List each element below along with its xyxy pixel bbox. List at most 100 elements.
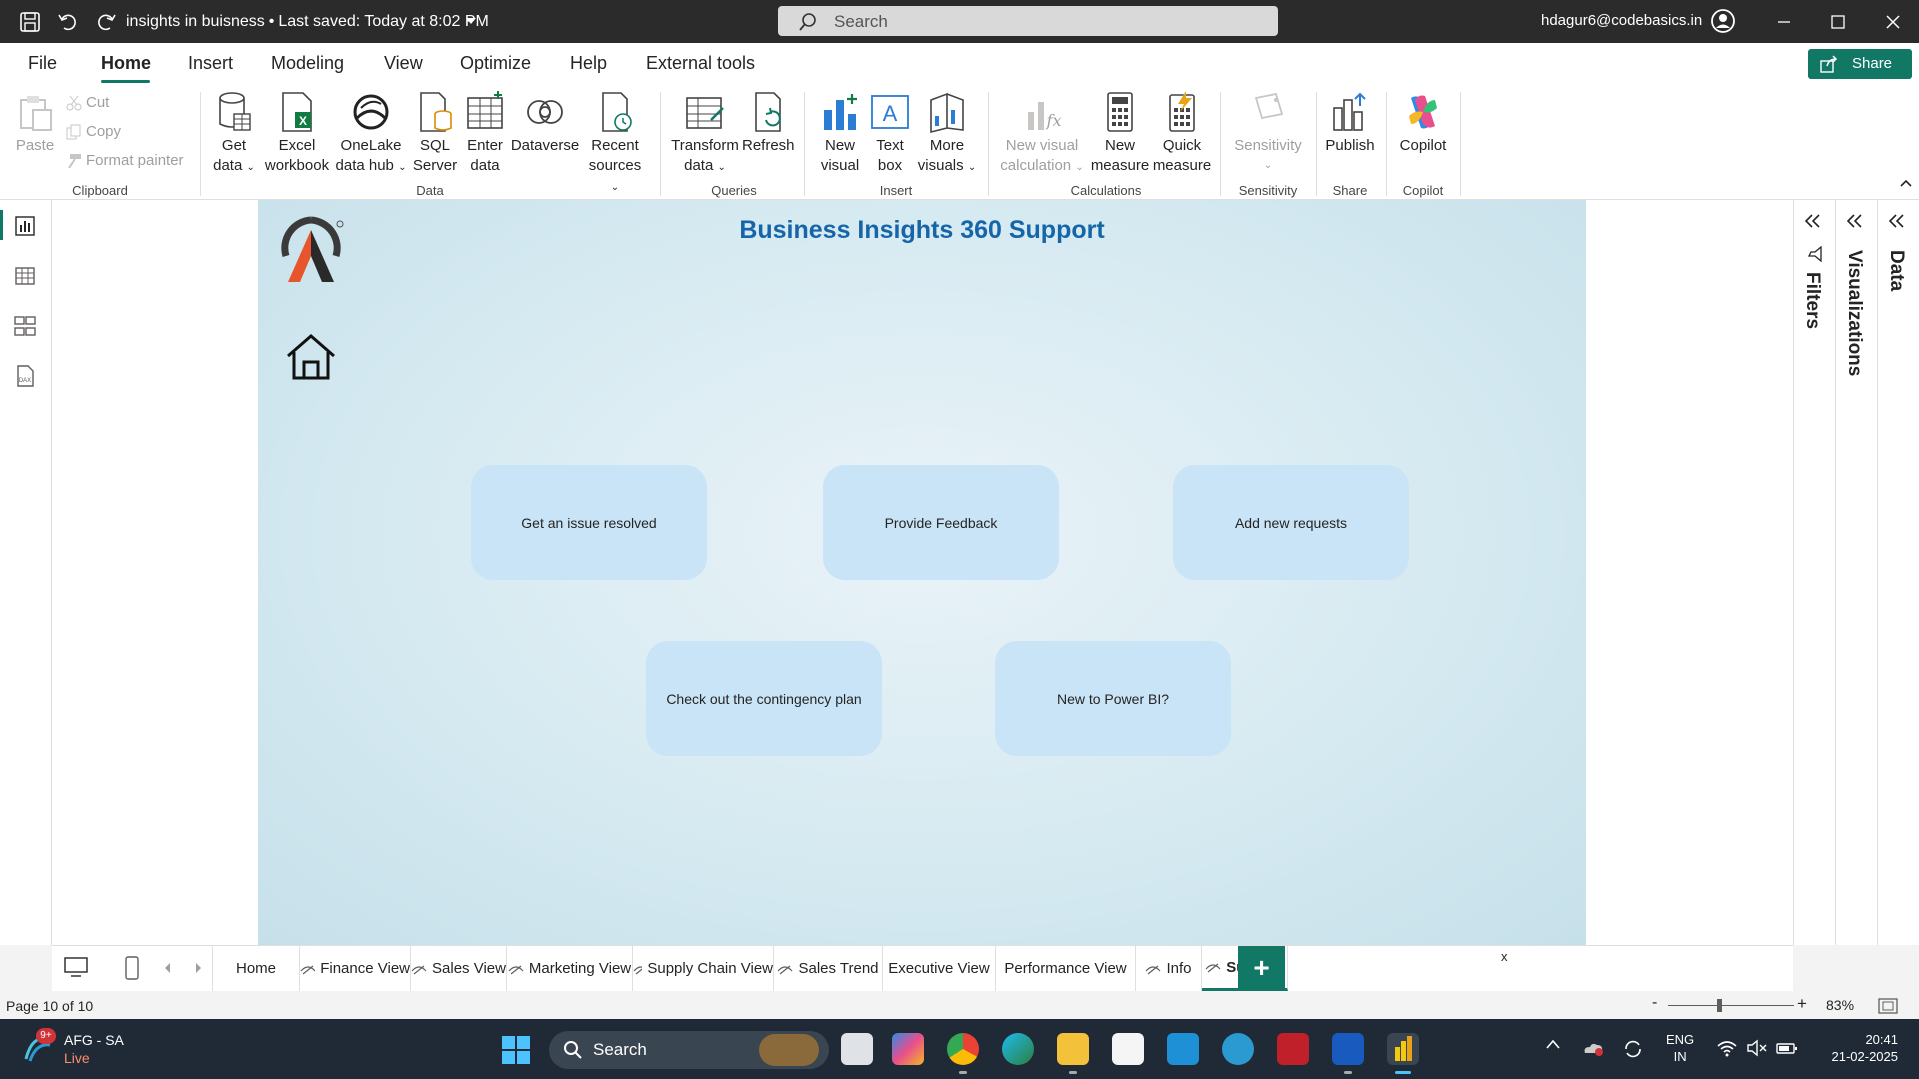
copy-button[interactable]: Copy	[66, 123, 121, 140]
help-icon[interactable]	[1222, 1033, 1254, 1065]
new-visual-button[interactable]: New visual	[816, 90, 864, 176]
filters-pane[interactable]: Filters	[1794, 200, 1836, 945]
zoom-slider[interactable]	[1668, 1005, 1794, 1006]
onelake-data-hub-button[interactable]: OneLake data hub ⌄	[332, 90, 410, 178]
microsoft-store-icon[interactable]	[1112, 1033, 1144, 1065]
fit-to-page-icon[interactable]	[1878, 998, 1898, 1014]
issue-resolved-button[interactable]: Get an issue resolved	[471, 465, 707, 580]
show-hidden-icons[interactable]	[1546, 1039, 1560, 1049]
page-tab-executive-view[interactable]: Executive View	[883, 946, 996, 991]
provide-feedback-button[interactable]: Provide Feedback	[823, 465, 1059, 580]
task-view-icon[interactable]	[841, 1033, 873, 1065]
zoom-slider-thumb[interactable]	[1717, 999, 1723, 1012]
myhp-icon[interactable]	[1167, 1033, 1199, 1065]
maximize-icon[interactable]	[1828, 12, 1848, 32]
tab-optimize[interactable]: Optimize	[460, 53, 531, 74]
battery-icon[interactable]	[1776, 1039, 1798, 1057]
page-tab-marketing-view[interactable]: Marketing View	[507, 946, 633, 991]
contingency-plan-button[interactable]: Check out the contingency plan	[646, 641, 882, 756]
tab-home[interactable]: Home	[101, 53, 151, 74]
format-painter-button[interactable]: Format painter	[66, 152, 184, 169]
dataverse-button[interactable]: Dataverse	[510, 90, 580, 156]
visualizations-pane[interactable]: Visualizations	[1836, 200, 1878, 945]
enter-data-button[interactable]: Enter data	[462, 90, 508, 176]
account-icon[interactable]	[1710, 8, 1736, 34]
tab-insert[interactable]: Insert	[188, 53, 233, 74]
cut-button[interactable]: Cut	[66, 94, 109, 111]
add-new-requests-button[interactable]: Add new requests	[1173, 465, 1409, 580]
edge-icon[interactable]	[1002, 1033, 1034, 1065]
expand-icon[interactable]	[1888, 214, 1906, 228]
desktop-layout-icon[interactable]	[64, 956, 88, 978]
home-icon[interactable]	[284, 332, 338, 382]
language-indicator[interactable]: ENG IN	[1666, 1031, 1694, 1065]
add-page-button[interactable]: +	[1238, 946, 1285, 991]
sensitivity-button[interactable]: Sensitivity ⌄	[1228, 90, 1308, 176]
chrome-icon[interactable]	[947, 1033, 979, 1065]
page-tab-finance-view[interactable]: Finance View	[300, 946, 411, 991]
tab-modeling[interactable]: Modeling	[271, 53, 344, 74]
sync-icon[interactable]	[1622, 1039, 1644, 1059]
more-visuals-button[interactable]: More visuals ⌄	[916, 90, 978, 178]
copilot-button[interactable]: Copilot	[1394, 90, 1452, 156]
share-button[interactable]: Share	[1808, 49, 1912, 79]
close-tab-button[interactable]: x	[1501, 949, 1508, 964]
windows-start-icon[interactable]	[502, 1036, 530, 1064]
expand-icon[interactable]	[1846, 214, 1864, 228]
table-view-icon[interactable]	[13, 264, 37, 288]
save-icon[interactable]	[18, 10, 42, 34]
wifi-icon[interactable]	[1716, 1039, 1738, 1057]
refresh-button[interactable]: Refresh	[742, 90, 795, 156]
zoom-level[interactable]: 83%	[1826, 997, 1854, 1013]
search-box[interactable]: Search	[778, 6, 1278, 36]
sql-server-button[interactable]: SQL Server	[412, 90, 458, 176]
text-box-button[interactable]: A Text box	[866, 90, 914, 176]
redo-icon[interactable]	[94, 10, 118, 34]
zoom-in-button[interactable]: +	[1797, 994, 1807, 1014]
chevron-right-icon[interactable]	[194, 963, 202, 973]
tab-help[interactable]: Help	[570, 53, 607, 74]
copilot-app-icon[interactable]	[892, 1033, 924, 1065]
clock[interactable]: 20:41 21-02-2025	[1818, 1031, 1899, 1065]
new-visual-calculation-button[interactable]: fx New visual calculation ⌄	[996, 90, 1088, 178]
zoom-out-button[interactable]: -	[1652, 994, 1657, 1012]
excel-workbook-button[interactable]: X Excel workbook	[262, 90, 332, 176]
onedrive-icon[interactable]	[1582, 1039, 1604, 1057]
page-tab-supply-chain-view[interactable]: Supply Chain View	[633, 946, 774, 991]
paste-button[interactable]: Paste	[12, 90, 58, 156]
expand-icon[interactable]	[1804, 214, 1822, 228]
recent-sources-button[interactable]: Recent sources ⌄	[584, 90, 646, 198]
new-measure-button[interactable]: New measure	[1090, 90, 1150, 176]
user-email[interactable]: hdagur6@codebasics.in	[1541, 12, 1702, 29]
collapse-ribbon-icon[interactable]	[1900, 178, 1912, 188]
new-to-power-bi-button[interactable]: New to Power BI?	[995, 641, 1231, 756]
tab-view[interactable]: View	[384, 53, 423, 74]
model-view-icon[interactable]	[13, 314, 37, 338]
weather-widget[interactable]: AFG - SA Live	[64, 1031, 124, 1067]
minimize-icon[interactable]	[1774, 12, 1794, 32]
page-tab-home[interactable]: Home	[213, 946, 300, 991]
chevron-down-icon[interactable]	[466, 18, 476, 24]
taskbar-search[interactable]: Search	[549, 1031, 829, 1069]
publish-button[interactable]: Publish	[1322, 90, 1378, 156]
transform-data-button[interactable]: Transform data ⌄	[668, 90, 742, 178]
mcafee-icon[interactable]	[1277, 1033, 1309, 1065]
tab-file[interactable]: File	[28, 53, 57, 74]
chevron-left-icon[interactable]	[164, 963, 172, 973]
report-view-icon[interactable]	[13, 214, 37, 238]
page-tab-performance-view[interactable]: Performance View	[996, 946, 1136, 991]
get-data-button[interactable]: Get data ⌄	[208, 90, 260, 178]
mobile-layout-icon[interactable]	[124, 956, 140, 980]
page-tab-sales-view[interactable]: Sales View	[411, 946, 507, 991]
document-title[interactable]: insights in buisness • Last saved: Today a…	[126, 13, 489, 31]
undo-icon[interactable]	[56, 10, 80, 34]
close-icon[interactable]	[1883, 12, 1903, 32]
data-pane[interactable]: Data	[1878, 200, 1919, 945]
quick-measure-button[interactable]: Quick measure	[1152, 90, 1212, 176]
power-bi-icon[interactable]	[1387, 1033, 1419, 1065]
dax-query-view-icon[interactable]: DAX	[13, 364, 37, 388]
volume-muted-icon[interactable]	[1746, 1039, 1768, 1057]
tab-external-tools[interactable]: External tools	[646, 53, 755, 74]
page-tab-info[interactable]: Info	[1136, 946, 1202, 991]
word-icon[interactable]	[1332, 1033, 1364, 1065]
